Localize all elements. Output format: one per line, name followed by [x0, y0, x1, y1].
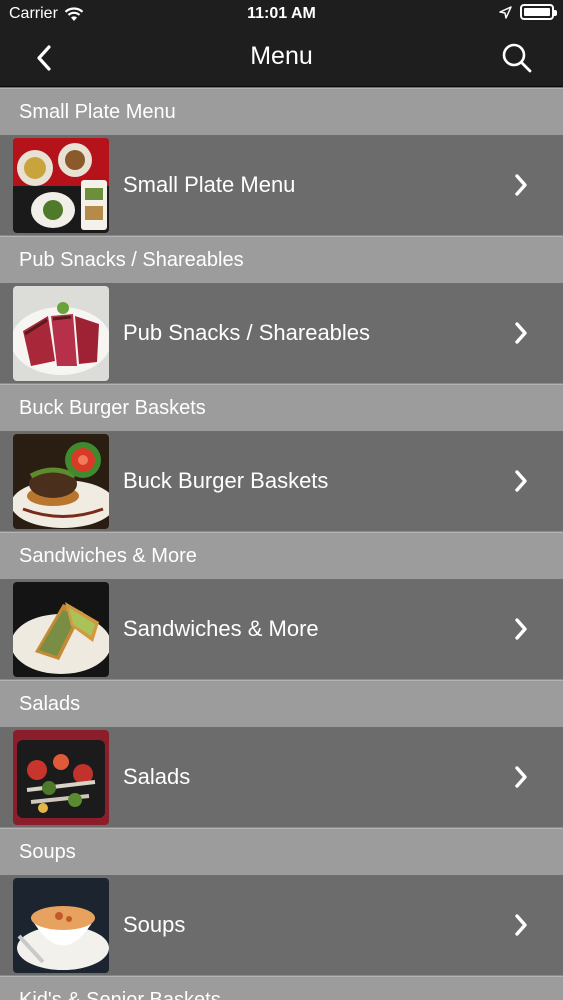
menu-list: Small Plate Menu Small Plate Menu Pub Sn… [0, 88, 563, 1000]
section-header: Small Plate Menu [0, 88, 563, 135]
menu-item-label: Soups [123, 912, 186, 937]
menu-row-sandwiches[interactable]: Sandwiches & More [0, 579, 563, 680]
soups-thumbnail [13, 878, 109, 973]
menu-row-small-plate[interactable]: Small Plate Menu [0, 135, 563, 236]
menu-item-label: Buck Burger Baskets [123, 468, 329, 493]
section-header: Soups [0, 828, 563, 875]
pub-snacks-thumbnail [13, 286, 109, 381]
section-header: Kid's & Senior Baskets [0, 976, 563, 1000]
battery-icon [520, 4, 557, 20]
search-button[interactable] [499, 40, 535, 76]
small-plate-thumbnail [13, 138, 109, 233]
chevron-right-icon [515, 914, 527, 936]
menu-item-label: Pub Snacks / Shareables [123, 320, 371, 345]
location-arrow-icon [499, 5, 512, 19]
menu-row-soups[interactable]: Soups [0, 875, 563, 976]
menu-item-label: Sandwiches & More [123, 616, 319, 641]
navigation-bar: Menu [0, 30, 563, 87]
section-header: Sandwiches & More [0, 532, 563, 579]
status-bar: Carrier 11:01 AM [0, 0, 563, 30]
buck-burger-thumbnail [13, 434, 109, 529]
menu-row-buck-burger[interactable]: Buck Burger Baskets [0, 431, 563, 532]
sandwiches-thumbnail [13, 582, 109, 677]
menu-item-label: Small Plate Menu [123, 172, 296, 197]
section-header: Pub Snacks / Shareables [0, 236, 563, 283]
section-header: Buck Burger Baskets [0, 384, 563, 431]
chevron-right-icon [515, 174, 527, 196]
chevron-right-icon [515, 618, 527, 640]
menu-row-pub-snacks[interactable]: Pub Snacks / Shareables [0, 283, 563, 384]
search-icon [502, 43, 532, 73]
status-time: 11:01 AM [247, 5, 316, 22]
page-title: Menu [250, 42, 313, 70]
status-right [499, 4, 557, 20]
menu-item-label: Salads [123, 764, 191, 789]
chevron-right-icon [515, 766, 527, 788]
chevron-right-icon [515, 322, 527, 344]
salads-thumbnail [13, 730, 109, 825]
section-header: Salads [0, 680, 563, 727]
menu-row-salads[interactable]: Salads [0, 727, 563, 828]
chevron-right-icon [515, 470, 527, 492]
